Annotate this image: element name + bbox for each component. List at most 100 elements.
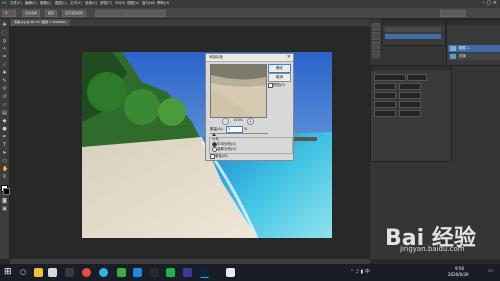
font-family-select[interactable] [374,74,406,81]
menu-window[interactable]: 窗口(W) [142,1,155,6]
layer-thumbnail [450,46,456,51]
ok-button[interactable]: 确定 [268,64,291,73]
menu-layer[interactable]: 图层(L) [55,1,67,6]
type-icon[interactable]: T [2,143,7,148]
dialog-title: 添加杂色 [209,55,223,59]
path-select-icon[interactable]: ➤ [2,151,7,156]
stamp-icon[interactable]: ⚲ [2,87,7,92]
baseline-shift-field[interactable] [374,110,396,117]
layer-row[interactable]: 背景 [448,53,500,60]
menu-image[interactable]: 图像(I) [40,1,51,6]
move-tool-icon[interactable]: ✥ [2,10,16,17]
menu-3d[interactable]: 3D(D) [115,1,125,5]
amount-slider-thumb[interactable] [212,133,216,136]
history-item[interactable] [385,27,441,32]
brushes-panel-icon[interactable] [372,50,380,58]
notification-icon[interactable]: ▭ [488,268,493,274]
menu-view[interactable]: 视图(V) [127,1,139,6]
dialog-titlebar[interactable]: 添加杂色 × [206,54,293,62]
photoshop-taskbar-icon[interactable] [200,268,209,278]
vertical-scale-field[interactable] [374,101,396,108]
zoom-in-button[interactable]: + [247,118,254,125]
preview-label: 预览(P) [273,83,285,87]
quick-mask-icon[interactable]: ◙ [2,199,7,204]
add-noise-dialog: 添加杂色 × − 100% + 确定 取消 预览(P) 数量(A): 3 % 分… [205,53,294,161]
pen-icon[interactable]: ✒ [2,135,7,140]
menu-file[interactable]: 文件(F) [10,1,22,6]
premiere-icon[interactable] [183,268,192,277]
app-icon[interactable] [133,268,142,277]
app-icon[interactable] [226,268,235,277]
history-brush-icon[interactable]: ↺ [2,95,7,100]
clock-date[interactable]: 2020/6/30 [448,272,469,277]
app-icon[interactable] [65,268,74,277]
cancel-button[interactable]: 取消 [268,73,291,82]
filter-preview[interactable] [210,64,267,118]
layer-thumbnail [450,54,456,59]
app-icon[interactable] [48,268,57,277]
search-icon[interactable]: ○ [20,268,29,277]
move-icon[interactable]: ✥ [2,23,7,28]
font-style-select[interactable] [407,74,427,81]
history-panel-icon[interactable] [372,23,380,31]
gradient-icon[interactable]: ▤ [2,111,7,116]
menu-edit[interactable]: 编辑(E) [25,1,37,6]
swatches-panel-icon[interactable] [372,41,380,49]
kerning-field[interactable] [374,92,396,99]
amount-slider-track[interactable] [210,133,268,134]
photoshop-logo-icon: Ps [2,1,7,5]
eyedropper-icon[interactable]: ⁄ [2,63,7,68]
zoom-icon[interactable]: ⚲ [2,175,7,180]
browser-icon[interactable] [82,268,91,277]
gaussian-label: 高斯分布(G) [217,147,237,151]
menu-type[interactable]: 文字(Y) [70,1,82,6]
wechat-icon[interactable] [166,268,175,277]
magic-wand-icon[interactable]: ✧ [2,47,7,52]
document-tab[interactable]: 海滩.jpg @ 66.7% (图层 1, RGB/8#) [10,19,70,26]
window-controls[interactable]: – ▢ × [482,0,497,6]
windows-start-icon[interactable]: ⊞ [4,268,13,277]
align-buttons[interactable] [95,10,126,17]
app-icon[interactable] [117,268,126,277]
text-color-field[interactable] [399,110,421,117]
shape-icon[interactable]: ▭ [2,159,7,164]
layer-row-selected[interactable]: 图层 1 [448,45,500,52]
character-panel-header [371,66,451,71]
amount-input[interactable]: 3 [226,126,243,133]
system-tray-icons[interactable]: ⌃ ♪ ▮ 中 [350,268,370,275]
close-icon[interactable]: × [287,54,291,60]
actions-panel-icon[interactable] [372,32,380,40]
menu-select[interactable]: 选择(S) [85,1,97,6]
auto-select-target[interactable]: 图层 [45,10,58,17]
toolbox: ✥ ⬚ ϙ ✧ ⌗ ⁄ ✚ ✎ ⚲ ↺ ▱ ▤ ◆ ● ✒ T ➤ ▭ ✋ ⚲ … [0,19,10,259]
menu-filter[interactable]: 滤镜(T) [100,1,112,6]
dodge-icon[interactable]: ● [2,127,7,132]
workspace-select[interactable] [440,10,466,17]
file-explorer-icon[interactable] [34,268,43,277]
tracking-field[interactable] [399,92,421,99]
hand-icon[interactable]: ✋ [2,167,8,172]
history-item-selected[interactable] [385,34,441,39]
show-transform-checkbox[interactable]: 显示变换控件 [62,10,87,17]
zoom-out-button[interactable]: − [222,118,229,125]
screen-mode-icon[interactable]: ▣ [2,207,7,212]
marquee-icon[interactable]: ⬚ [2,31,7,36]
brush-icon[interactable]: ✎ [2,79,7,84]
font-size-field[interactable] [374,83,396,90]
layers-panel-header [447,20,500,25]
healing-icon[interactable]: ✚ [2,71,7,76]
clock-time[interactable]: 9:56 [455,266,464,271]
blur-icon[interactable]: ◆ [2,119,7,124]
eraser-icon[interactable]: ▱ [2,103,7,108]
leading-field[interactable] [399,83,421,90]
distribute-buttons[interactable] [125,10,166,17]
menu-bar: Ps 文件(F) 编辑(E) 图像(I) 图层(L) 文字(Y) 选择(S) 滤… [0,0,500,8]
lasso-icon[interactable]: ϙ [2,39,7,44]
horizontal-scale-field[interactable] [399,101,421,108]
browser-icon[interactable] [99,268,108,277]
background-color-swatch[interactable] [3,188,10,195]
crop-icon[interactable]: ⌗ [2,55,7,60]
menu-help[interactable]: 帮助(H) [157,1,169,6]
auto-select-checkbox[interactable]: 自动选择 [22,10,41,17]
app-icon[interactable] [150,268,159,277]
